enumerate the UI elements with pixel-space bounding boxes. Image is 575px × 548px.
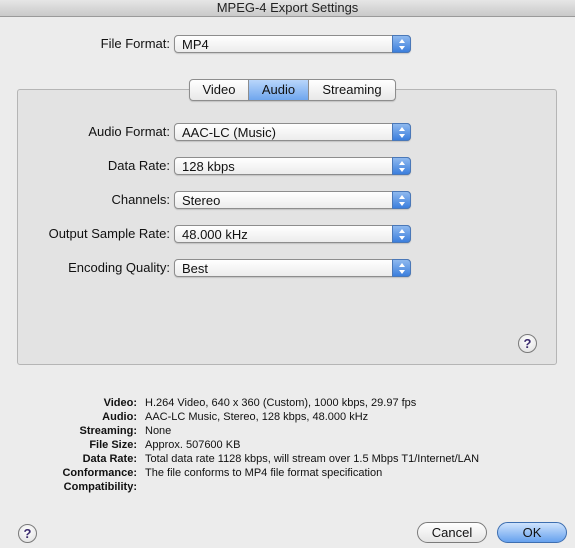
window-title: MPEG-4 Export Settings xyxy=(0,0,575,17)
summary-value: AAC-LC Music, Stereo, 128 kbps, 48.000 k… xyxy=(145,411,369,423)
summary-key: Streaming: xyxy=(79,425,137,437)
encoding-quality-label: Encoding Quality: xyxy=(68,260,170,275)
popup-arrows-icon xyxy=(392,259,411,277)
popup-arrows-icon xyxy=(392,123,411,141)
popup-arrows-icon xyxy=(392,35,411,53)
sample-rate-value: 48.000 kHz xyxy=(182,227,248,242)
tab-streaming[interactable]: Streaming xyxy=(309,80,395,100)
summary-key: Audio: xyxy=(102,411,137,423)
encoding-quality-value: Best xyxy=(182,261,209,276)
audio-format-row: Audio Format: xyxy=(0,122,170,142)
summary-value: Total data rate 1128 kbps, will stream o… xyxy=(145,453,480,465)
summary-row-audio: Audio: AAC-LC Music, Stereo, 128 kbps, 4… xyxy=(0,410,575,424)
cancel-button[interactable]: Cancel xyxy=(417,522,487,543)
data-rate-row: Data Rate: xyxy=(0,156,170,176)
summary-key: Video: xyxy=(103,397,137,409)
summary-row-compatibility: Compatibility: xyxy=(0,480,575,494)
sample-rate-label: Output Sample Rate: xyxy=(48,226,170,241)
audio-format-label: Audio Format: xyxy=(88,124,170,139)
summary-value: None xyxy=(145,425,172,437)
summary-row-file-size: File Size: Approx. 507600 KB xyxy=(0,438,575,452)
panel-help-button[interactable]: ? xyxy=(518,334,537,353)
data-rate-value: 128 kbps xyxy=(182,159,235,174)
summary-value: Approx. 507600 KB xyxy=(145,439,241,451)
channels-label: Channels: xyxy=(111,192,170,207)
tab-audio[interactable]: Audio xyxy=(249,80,309,100)
popup-arrows-icon xyxy=(392,225,411,243)
sample-rate-popup[interactable]: 48.000 kHz xyxy=(174,225,411,243)
audio-format-value: AAC-LC (Music) xyxy=(182,125,276,140)
encoding-quality-row: Encoding Quality: xyxy=(0,258,170,278)
channels-value: Stereo xyxy=(182,193,221,208)
summary-key: Data Rate: xyxy=(82,453,137,465)
summary-row-conformance: Conformance: The file conforms to MP4 fi… xyxy=(0,466,575,480)
ok-button[interactable]: OK xyxy=(497,522,567,543)
popup-arrows-icon xyxy=(392,157,411,175)
summary-row-data-rate: Data Rate: Total data rate 1128 kbps, wi… xyxy=(0,452,575,466)
summary-row-streaming: Streaming: None xyxy=(0,424,575,438)
sample-rate-row: Output Sample Rate: xyxy=(0,224,170,244)
help-icon: ? xyxy=(523,336,532,351)
file-format-popup[interactable]: MP4 xyxy=(174,35,411,53)
settings-tabs: Video Audio Streaming xyxy=(189,79,396,101)
summary-key: File Size: xyxy=(89,439,137,451)
help-icon: ? xyxy=(23,526,32,541)
channels-popup[interactable]: Stereo xyxy=(174,191,411,209)
file-format-value: MP4 xyxy=(182,37,209,52)
file-format-row: File Format: xyxy=(0,34,170,54)
dialog-help-button[interactable]: ? xyxy=(18,524,37,543)
summary-row-video: Video: H.264 Video, 640 x 360 (Custom), … xyxy=(0,396,575,410)
file-format-label: File Format: xyxy=(100,36,170,51)
summary-value: The file conforms to MP4 file format spe… xyxy=(145,467,383,479)
summary-value: H.264 Video, 640 x 360 (Custom), 1000 kb… xyxy=(145,397,417,409)
channels-row: Channels: xyxy=(0,190,170,210)
data-rate-popup[interactable]: 128 kbps xyxy=(174,157,411,175)
tab-video[interactable]: Video xyxy=(190,80,249,100)
encoding-quality-popup[interactable]: Best xyxy=(174,259,411,277)
audio-format-popup[interactable]: AAC-LC (Music) xyxy=(174,123,411,141)
popup-arrows-icon xyxy=(392,191,411,209)
data-rate-label: Data Rate: xyxy=(107,158,170,173)
summary-key: Compatibility: xyxy=(63,481,137,493)
summary-key: Conformance: xyxy=(62,467,137,479)
